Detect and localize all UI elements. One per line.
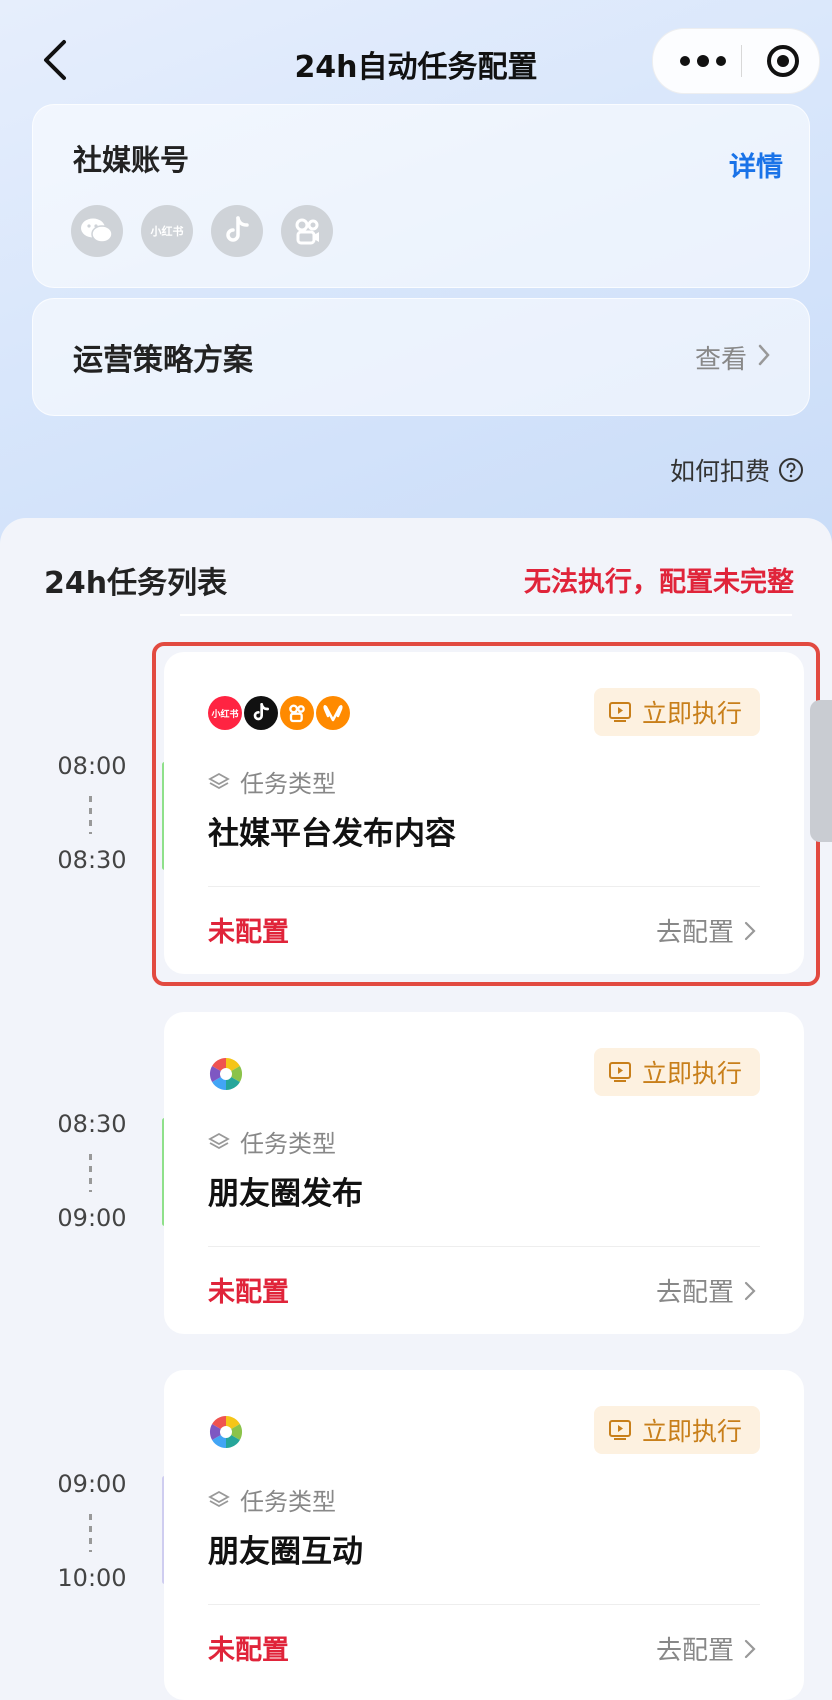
task-start-time: 09:00 xyxy=(57,1470,127,1498)
fee-help-label: 如何扣费 xyxy=(669,457,770,486)
layers-icon xyxy=(208,1490,230,1507)
wechat-icon[interactable] xyxy=(71,205,123,257)
douyin-icon[interactable] xyxy=(211,205,263,257)
card-divider xyxy=(208,1246,760,1247)
play-screen-icon xyxy=(608,1420,631,1440)
execute-now-button[interactable]: 立即执行 xyxy=(593,1048,760,1096)
detail-link[interactable]: 详情 xyxy=(729,145,783,184)
mini-program-capsule xyxy=(652,28,820,94)
time-separator xyxy=(89,796,92,834)
social-account-label: 社媒账号 xyxy=(73,143,190,177)
more-dots-icon[interactable] xyxy=(675,47,731,75)
go-configure-label: 去配置 xyxy=(655,1278,734,1308)
play-screen-icon xyxy=(608,1062,631,1082)
task-type-label: 任务类型 xyxy=(240,1130,336,1158)
chevron-right-icon xyxy=(758,344,770,366)
task-start-time: 08:00 xyxy=(57,752,127,780)
task-end-time: 09:00 xyxy=(57,1204,127,1232)
view-link[interactable]: 查看 xyxy=(695,339,747,376)
xiaohongshu-text: 小红书 xyxy=(150,225,184,238)
config-status: 未配置 xyxy=(208,1277,289,1308)
execute-now-label: 立即执行 xyxy=(641,1417,742,1446)
task-end-time: 10:00 xyxy=(57,1564,127,1592)
task-card[interactable]: 立即执行 任务类型 朋友圈互动 未配置 去配置 xyxy=(164,1370,804,1700)
section-divider xyxy=(180,614,792,616)
question-circle-icon xyxy=(779,458,803,482)
task-type-label: 任务类型 xyxy=(240,1488,336,1516)
time-separator xyxy=(89,1514,92,1552)
fee-help-link[interactable]: 如何扣费 xyxy=(670,452,804,488)
time-separator xyxy=(89,1154,92,1192)
xiaohongshu-icon[interactable]: 小红书 xyxy=(141,205,193,257)
strategy-card[interactable]: 运营策略方案 查看 xyxy=(32,298,810,416)
chevron-right-icon xyxy=(744,1639,756,1658)
task-name: 朋友圈互动 xyxy=(208,1534,363,1570)
go-configure-link[interactable]: 去配置 xyxy=(656,1630,756,1667)
close-target-icon[interactable] xyxy=(765,43,801,79)
task-platform-icons xyxy=(208,1056,244,1092)
task-platform-icons xyxy=(208,1414,244,1450)
go-configure-label: 去配置 xyxy=(655,1636,734,1666)
floating-side-handle[interactable] xyxy=(810,700,832,842)
platform-list: 小红书 xyxy=(71,205,333,257)
task-type-row: 任务类型 xyxy=(208,1482,336,1517)
task-list-title: 24h任务列表 xyxy=(44,566,228,601)
kuaishou-icon[interactable] xyxy=(281,205,333,257)
selected-task-highlight xyxy=(152,642,820,986)
strategy-label: 运营策略方案 xyxy=(73,343,253,378)
layers-icon xyxy=(208,1132,230,1149)
task-card[interactable]: 立即执行 任务类型 朋友圈发布 未配置 去配置 xyxy=(164,1012,804,1334)
wechat-moments-icon xyxy=(209,1415,243,1449)
task-name: 朋友圈发布 xyxy=(208,1176,363,1212)
card-divider xyxy=(208,1604,760,1605)
capsule-divider xyxy=(741,45,742,77)
execute-now-label: 立即执行 xyxy=(641,1059,742,1088)
config-status: 未配置 xyxy=(208,1635,289,1666)
execute-now-button[interactable]: 立即执行 xyxy=(593,1406,760,1454)
social-account-card: 社媒账号 详情 小红书 xyxy=(32,104,810,288)
chevron-right-icon xyxy=(744,1281,756,1300)
config-warning: 无法执行，配置未完整 xyxy=(524,567,794,598)
task-type-row: 任务类型 xyxy=(208,1124,336,1159)
task-end-time: 08:30 xyxy=(57,846,127,874)
nav-bar: 24h自动任务配置 xyxy=(0,0,832,110)
go-configure-link[interactable]: 去配置 xyxy=(656,1272,756,1309)
wechat-moments-icon xyxy=(209,1057,243,1091)
task-start-time: 08:30 xyxy=(57,1110,127,1138)
